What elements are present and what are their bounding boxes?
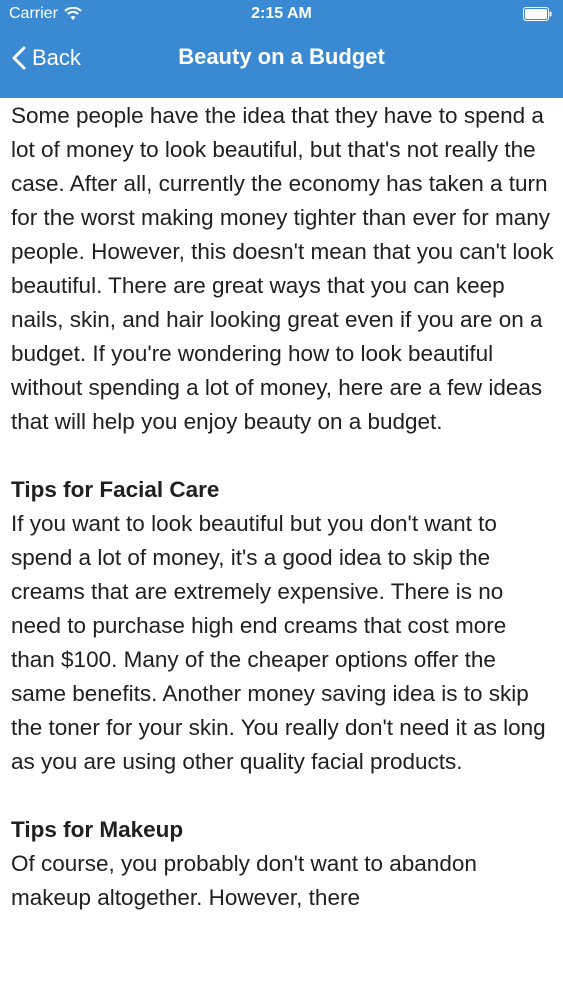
- page-title: Beauty on a Budget: [178, 44, 385, 69]
- section-heading-facial-care: Tips for Facial Care: [11, 477, 220, 502]
- status-bar: Carrier 2:15 AM: [0, 0, 563, 30]
- article-body: Some people have the idea that they have…: [11, 98, 556, 915]
- battery-icon: [523, 7, 552, 21]
- section-body-makeup: Of course, you probably don't want to ab…: [11, 851, 477, 910]
- intro-paragraph: Some people have the idea that they have…: [11, 103, 554, 434]
- section-body-facial-care: If you want to look beautiful but you do…: [11, 511, 546, 774]
- status-time: 2:15 AM: [251, 5, 312, 22]
- navigation-header: Carrier 2:15 AM Back Beauty on a Budget: [0, 0, 563, 98]
- nav-bar: Back Beauty on a Budget: [0, 36, 563, 82]
- section-heading-makeup: Tips for Makeup: [11, 817, 184, 842]
